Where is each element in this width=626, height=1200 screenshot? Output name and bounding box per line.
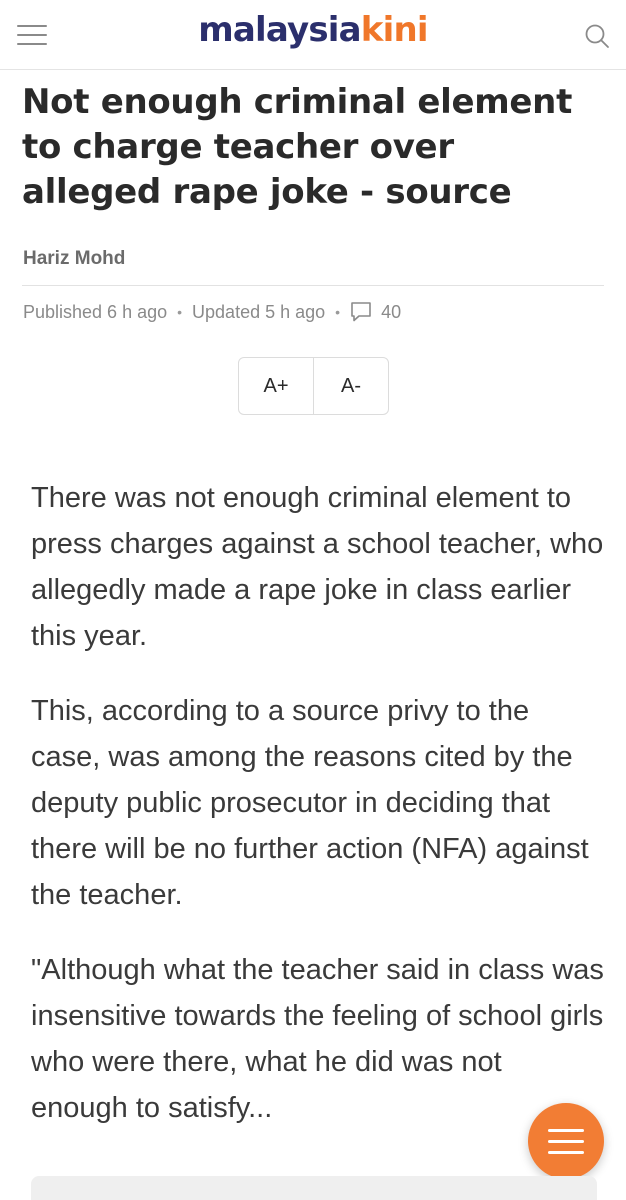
site-logo[interactable]: malaysiakini <box>0 10 626 50</box>
search-icon[interactable] <box>583 22 611 50</box>
comments-link[interactable]: 40 <box>350 301 401 323</box>
article-paragraph: "Although what the teacher said in class… <box>31 954 604 1124</box>
increase-font-button[interactable]: A+ <box>239 358 313 414</box>
published-time: Published 6 h ago <box>23 301 168 322</box>
separator-dot: • <box>177 304 183 320</box>
article-meta: Published 6 h ago • Updated 5 h ago • 40 <box>23 300 401 324</box>
article-paragraph: There was not enough criminal element to… <box>31 482 604 652</box>
updated-time: Updated 5 h ago <box>192 301 326 322</box>
subscription-card <box>31 1176 597 1200</box>
separator-dot: • <box>335 304 341 320</box>
author-name[interactable]: Hariz Mohd <box>23 248 125 270</box>
comment-bubble-icon <box>351 302 371 322</box>
top-bar: malaysiakini <box>0 0 626 70</box>
decrease-font-button[interactable]: A- <box>313 358 388 414</box>
article-paragraph: This, according to a source privy to the… <box>31 695 589 911</box>
logo-text-kini: kini <box>360 10 429 50</box>
font-size-control: A+ A- <box>238 357 389 415</box>
article-body: There was not enough criminal element to… <box>31 475 606 1160</box>
logo-text-malaysia: malaysia <box>198 10 361 50</box>
comment-count: 40 <box>381 301 402 322</box>
divider <box>22 285 604 286</box>
menu-icon <box>548 1129 584 1132</box>
article-title: Not enough criminal element to charge te… <box>22 82 573 212</box>
floating-menu-button[interactable] <box>528 1103 604 1179</box>
